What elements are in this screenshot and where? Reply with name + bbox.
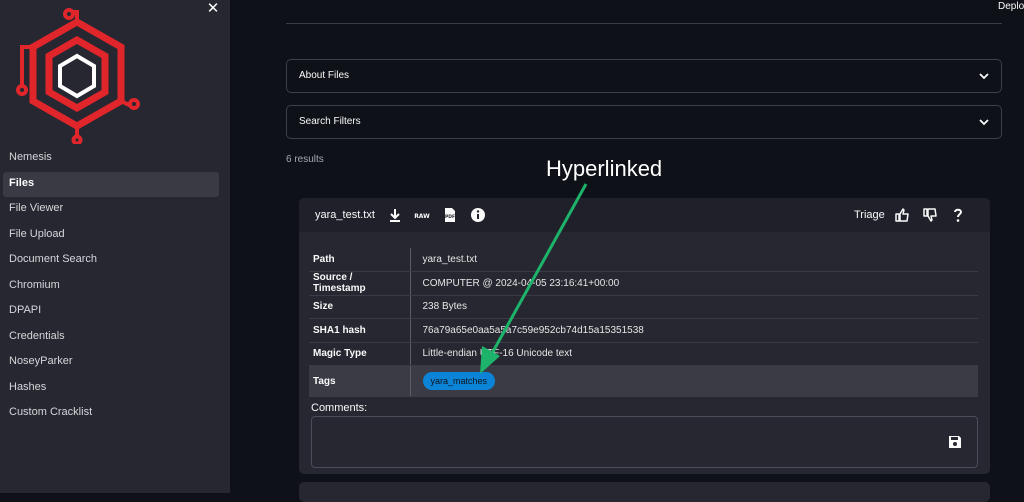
row-value: COMPUTER @ 2024-04-05 23:16:41+00:00 [410,271,978,296]
row-key: Size [309,295,411,319]
pdf-icon-text: PDF [445,214,455,220]
table-row: Size 238 Bytes [309,295,978,319]
deploy-button[interactable]: Deploy [998,1,1024,12]
row-value: yara_matches [410,365,978,397]
tag-link[interactable]: yara_matches [422,372,496,390]
raw-icon[interactable]: RAW [413,206,431,224]
row-key: Tags [309,365,411,397]
file-card: yara_test.txt RAW PDF Triage Path yara_t… [299,198,990,474]
expander-label: About Files [299,70,350,81]
main-content: Deploy About Files Search Filters 6 resu… [230,0,1024,502]
row-key: Source / Timestamp [309,271,411,296]
sidebar-item-nemesis[interactable]: Nemesis [3,146,219,172]
sidebar-item-file-upload[interactable]: File Upload [3,223,219,249]
chevron-down-icon [979,73,989,80]
sidebar-item-file-viewer[interactable]: File Viewer [3,197,219,223]
comments-input[interactable] [311,416,978,468]
close-sidebar-icon[interactable]: ✕ [205,0,221,16]
sidebar-item-document-search[interactable]: Document Search [3,248,219,274]
expander-label: Search Filters [299,116,361,127]
table-row: Tags yara_matches [309,365,978,397]
table-row: Magic Type Little-endian UTF-16 Unicode … [309,342,978,366]
sidebar: ✕ Nemesis Files File Viewer File Upload … [0,0,230,493]
sidebar-item-noseyparker[interactable]: NoseyParker [3,350,219,376]
pdf-icon[interactable]: PDF [441,206,459,224]
question-icon[interactable] [949,206,967,224]
sidebar-item-hashes[interactable]: Hashes [3,376,219,402]
chevron-down-icon [979,119,989,126]
row-key: SHA1 hash [309,318,411,343]
triage-label: Triage [854,209,885,221]
thumbs-up-icon[interactable] [893,206,911,224]
row-value: yara_test.txt [410,248,978,272]
sidebar-item-custom-cracklist[interactable]: Custom Cracklist [3,401,219,427]
annotation-label: Hyperlinked [546,156,663,181]
save-icon[interactable] [947,434,963,450]
nemesis-logo [16,8,140,144]
row-key: Magic Type [309,342,411,366]
thumbs-down-icon[interactable] [921,206,939,224]
row-value: Little-endian UTF-16 Unicode text [410,342,978,366]
table-row: SHA1 hash 76a79a65e0aa5a5a7c59e952cb74d1… [309,318,978,343]
comments-label: Comments: [311,402,368,414]
file-card-header: yara_test.txt RAW PDF Triage [299,198,990,232]
divider [286,23,1002,24]
sidebar-item-dpapi[interactable]: DPAPI [3,299,219,325]
search-filters-expander[interactable]: Search Filters [286,105,1002,139]
row-value: 76a79a65e0aa5a5a7c59e952cb74d15a15351538 [410,318,978,343]
results-count: 6 results [286,154,324,165]
sidebar-item-files[interactable]: Files [3,171,219,197]
about-files-expander[interactable]: About Files [286,59,1002,93]
file-metadata-table: Path yara_test.txt Source / Timestamp CO… [309,248,978,397]
sidebar-item-credentials[interactable]: Credentials [3,325,219,351]
row-key: Path [309,248,411,272]
sidebar-nav: Nemesis Files File Viewer File Upload Do… [3,146,219,427]
table-row: Path yara_test.txt [309,248,978,272]
raw-icon-text: RAW [414,213,430,220]
sidebar-item-chromium[interactable]: Chromium [3,274,219,300]
file-card-next [299,482,990,502]
info-icon[interactable] [469,206,487,224]
file-title[interactable]: yara_test.txt [315,209,375,221]
row-value: 238 Bytes [410,295,978,319]
table-row: Source / Timestamp COMPUTER @ 2024-04-05… [309,271,978,296]
download-icon[interactable] [386,206,404,224]
